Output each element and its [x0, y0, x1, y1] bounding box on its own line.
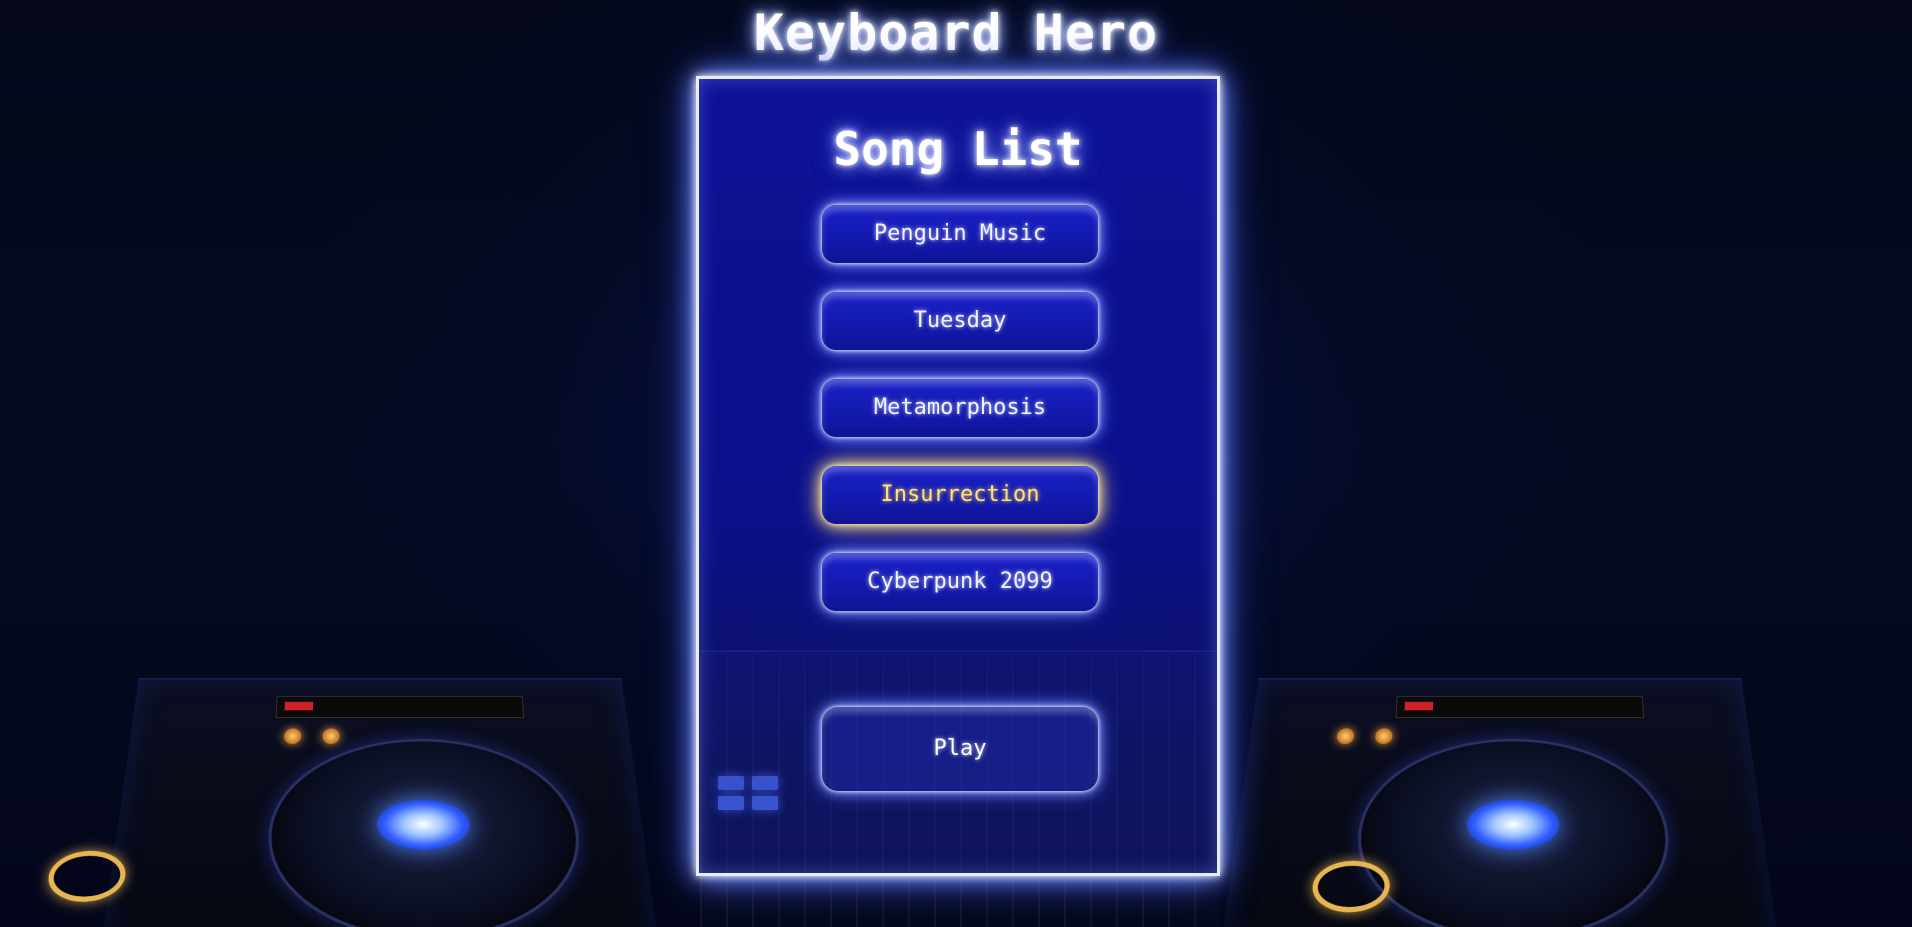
deck-display-illustration — [1395, 695, 1645, 718]
dj-deck-right-illustration — [1218, 677, 1782, 927]
game-title: Keyboard Hero — [753, 4, 1159, 62]
dj-deck-left-illustration — [44, 677, 662, 927]
turntable-platter-illustration — [1350, 738, 1678, 927]
deck-display-illustration — [275, 695, 525, 718]
song-button-insurrection[interactable]: Insurrection — [822, 466, 1098, 524]
game-scene: Keyboard Hero Song List Penguin Music Tu… — [0, 0, 1912, 927]
deck-knob-illustration — [1374, 728, 1394, 745]
platter-center-illustration — [376, 799, 471, 850]
song-list-panel: Song List Penguin Music Tuesday Metamorp… — [696, 76, 1220, 876]
deck-knob-illustration — [1336, 728, 1355, 745]
turntable-platter-illustration — [262, 738, 590, 927]
deck-knob-illustration — [322, 728, 340, 745]
cue-ring-illustration — [1310, 860, 1392, 913]
cue-ring-illustration — [44, 850, 129, 902]
song-button-metamorphosis[interactable]: Metamorphosis — [822, 379, 1098, 437]
song-button-cyberpunk-2099[interactable]: Cyberpunk 2099 — [822, 553, 1098, 611]
song-button-tuesday[interactable]: Tuesday — [822, 292, 1098, 350]
platter-center-illustration — [1466, 799, 1561, 850]
deck-knob-illustration — [283, 728, 302, 745]
song-list-heading: Song List — [833, 122, 1083, 176]
play-button[interactable]: Play — [822, 707, 1098, 791]
song-button-penguin-music[interactable]: Penguin Music — [822, 205, 1098, 263]
